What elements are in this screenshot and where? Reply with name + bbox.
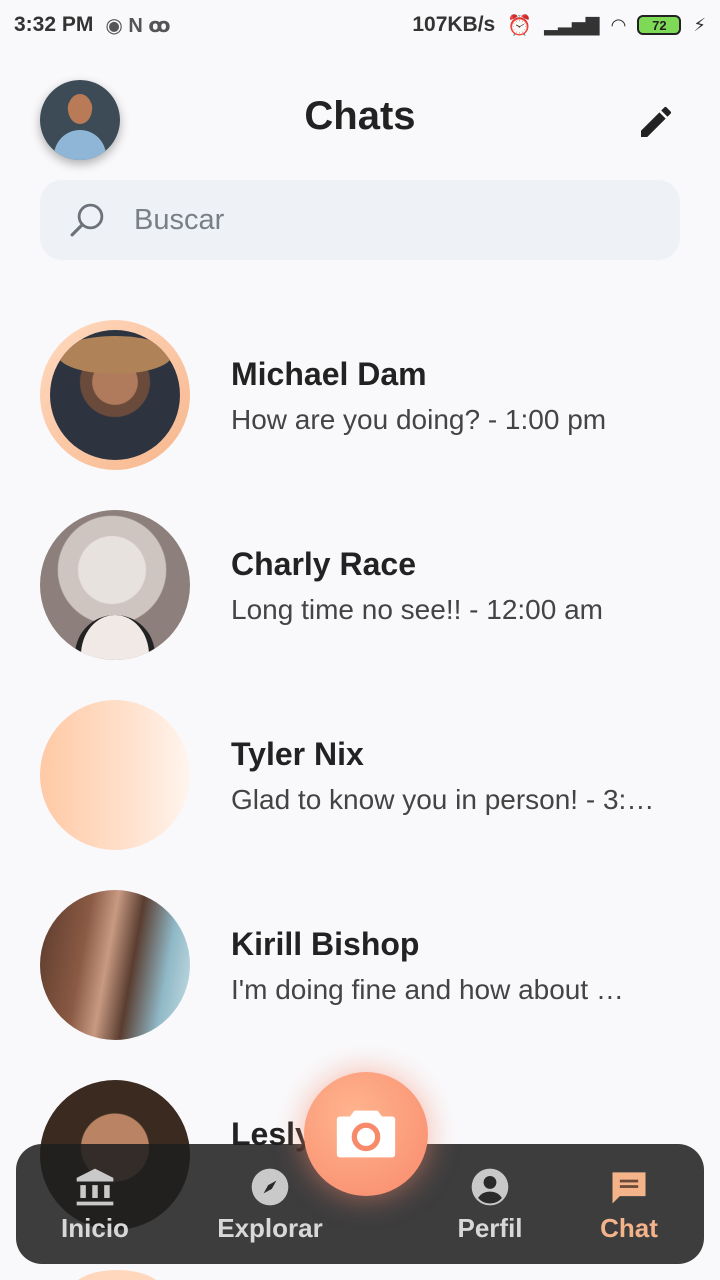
chat-item[interactable]: Charly Race Long time no see!! - 12:00 a… — [0, 510, 720, 700]
camera-button[interactable] — [304, 1072, 428, 1196]
chat-name: Charly Race — [231, 546, 416, 582]
nav-item-inicio[interactable]: Inicio — [50, 1144, 140, 1264]
search-bar[interactable] — [40, 180, 680, 260]
status-time: 3:32 PM — [14, 13, 94, 36]
chat-avatar-peek — [72, 1270, 162, 1280]
battery-icon: 72 — [637, 15, 682, 35]
avatar-photo — [50, 330, 180, 460]
nav-label: Perfil — [457, 1212, 523, 1243]
chat-avatar — [40, 700, 190, 850]
nav-item-chat[interactable]: Chat — [584, 1144, 674, 1264]
search-icon — [70, 203, 104, 237]
chat-item[interactable]: Tyler Nix Glad to know you in person! - … — [0, 700, 720, 890]
chat-avatar — [40, 510, 190, 660]
chat-name: Kirill Bishop — [231, 926, 420, 962]
edit-button[interactable] — [632, 98, 680, 146]
chat-preview: I'm doing fine and how about … — [231, 974, 624, 1005]
chat-avatar — [40, 890, 190, 1040]
avatar-top — [75, 615, 155, 660]
chat-name: Tyler Nix — [231, 736, 364, 772]
chat-item[interactable]: Michael Dam How are you doing? - 1:00 pm — [0, 320, 720, 510]
chat-preview: Glad to know you in person! - 3:… — [231, 784, 655, 815]
compass-icon — [251, 1168, 289, 1205]
chat-preview: Long time no see!! - 12:00 am — [231, 594, 603, 625]
header: Chats — [0, 70, 720, 170]
camera-icon — [336, 1110, 396, 1158]
notification-icons: ◉ N ꝏ — [105, 14, 171, 37]
bank-icon — [76, 1168, 114, 1205]
chat-name: Michael Dam — [231, 356, 427, 392]
charging-icon: ⚡ — [693, 14, 706, 35]
nav-label: Inicio — [61, 1212, 129, 1243]
chat-avatar — [40, 320, 190, 470]
nav-item-perfil[interactable]: Perfil — [430, 1144, 550, 1264]
search-input[interactable] — [134, 203, 634, 237]
chat-item[interactable]: Kirill Bishop I'm doing fine and how abo… — [0, 890, 720, 1080]
nav-label: Explorar — [217, 1212, 323, 1243]
wifi-icon: ◠ — [611, 14, 626, 35]
nav-label: Chat — [600, 1212, 658, 1243]
battery-level: 72 — [652, 17, 667, 33]
status-bar: 3:32 PM ◉ N ꝏ 107KB/s ⏰ ▂▃▅▇ ◠ 72 ⚡ — [0, 0, 720, 50]
chat-preview: How are you doing? - 1:00 pm — [231, 404, 607, 435]
alarm-icon: ⏰ — [507, 14, 533, 37]
account-circle-icon — [471, 1168, 509, 1205]
signal-icon: ▂▃▅▇ — [544, 14, 600, 35]
chat-bubble-icon — [612, 1171, 646, 1203]
network-speed: 107KB/s — [412, 13, 496, 36]
pencil-icon — [641, 106, 672, 137]
page-title: Chats — [304, 94, 416, 138]
avatar-hat — [58, 336, 172, 374]
